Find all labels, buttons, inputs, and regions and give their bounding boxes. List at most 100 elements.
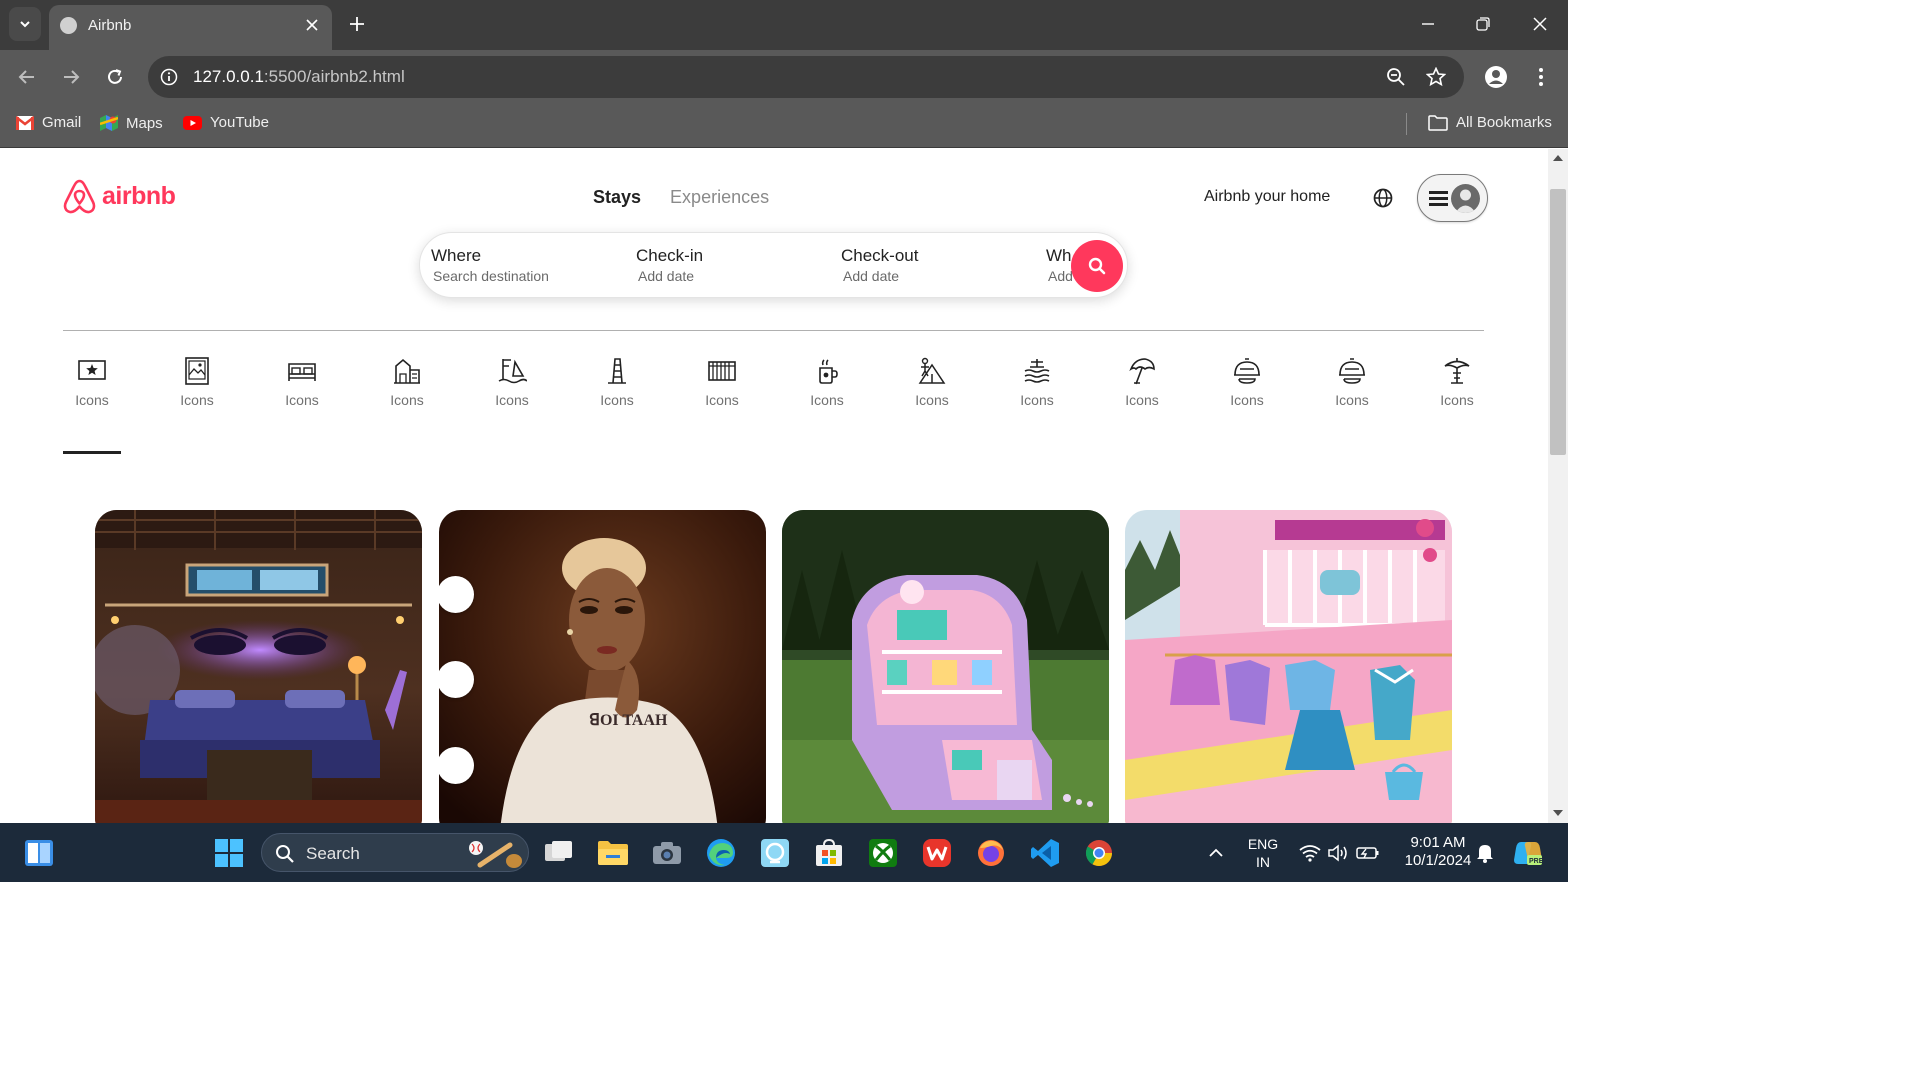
- copilot-button[interactable]: PRE: [1510, 835, 1546, 871]
- mug-icon: [811, 355, 843, 387]
- bookmark-star-button[interactable]: [1424, 65, 1448, 89]
- chevron-up-icon: [1209, 848, 1223, 857]
- xbox-icon: [869, 839, 897, 867]
- language-indicator[interactable]: ENG IN: [1240, 835, 1286, 871]
- tropical-icon: [1441, 355, 1473, 387]
- maps-icon: [100, 115, 118, 131]
- restore-button[interactable]: [1468, 10, 1498, 38]
- camera-app-button[interactable]: [649, 835, 685, 871]
- scroll-up-arrow-icon[interactable]: [1553, 155, 1563, 161]
- task-view-button[interactable]: [541, 835, 577, 871]
- category-item[interactable]: Icons: [1113, 355, 1171, 408]
- category-item[interactable]: Icons: [693, 355, 751, 408]
- listing-card-image[interactable]: ꓭOI TAAH: [439, 510, 766, 823]
- who-field[interactable]: Wh Add: [1046, 246, 1073, 284]
- bookmark-label: Gmail: [42, 114, 82, 131]
- browser-tab-airbnb[interactable]: Airbnb: [49, 5, 332, 50]
- category-item[interactable]: Icons: [588, 355, 646, 408]
- chrome-menu-button[interactable]: [1526, 62, 1556, 92]
- chrome-button[interactable]: [1081, 835, 1117, 871]
- forward-button[interactable]: [56, 62, 86, 92]
- category-item[interactable]: Icons: [903, 355, 961, 408]
- gmail-icon: [16, 115, 34, 130]
- close-window-button[interactable]: [1525, 10, 1555, 38]
- close-tab-button[interactable]: [302, 15, 322, 35]
- listing-card-image[interactable]: [782, 510, 1109, 823]
- bookmark-youtube[interactable]: YouTube: [183, 114, 269, 131]
- edge-button[interactable]: [703, 835, 739, 871]
- airbnb-belo-icon: [63, 179, 96, 214]
- user-menu-button[interactable]: [1417, 174, 1488, 222]
- minimize-button[interactable]: [1413, 10, 1443, 38]
- category-item[interactable]: Icons: [1218, 355, 1276, 408]
- category-item[interactable]: Icons: [168, 355, 226, 408]
- bookmark-gmail[interactable]: Gmail: [16, 114, 81, 131]
- category-item[interactable]: Icons: [63, 355, 121, 408]
- listing-card-image[interactable]: [95, 510, 422, 823]
- copilot-icon: PRE: [1514, 842, 1543, 865]
- logo-wordmark: airbnb: [102, 182, 176, 210]
- category-item[interactable]: Icons: [273, 355, 331, 408]
- reload-button[interactable]: [100, 62, 130, 92]
- airbnb-logo[interactable]: airbnb: [63, 179, 176, 214]
- site-info-button[interactable]: [158, 66, 180, 88]
- profile-icon: [1485, 66, 1507, 88]
- back-button[interactable]: [12, 62, 42, 92]
- category-item[interactable]: Icons: [378, 355, 436, 408]
- search-bar: Where Search destination Check-in Add da…: [419, 232, 1128, 298]
- pink-closet-balcony-photo: [1125, 510, 1452, 823]
- wps-office-button[interactable]: [919, 835, 955, 871]
- category-item[interactable]: Icons: [1323, 355, 1381, 408]
- where-field[interactable]: Where Search destination: [431, 246, 549, 284]
- all-bookmarks-button[interactable]: All Bookmarks: [1428, 114, 1552, 131]
- zoom-button[interactable]: [1384, 65, 1408, 89]
- checkout-label: Check-out: [841, 246, 919, 265]
- show-hidden-icons-button[interactable]: [1198, 835, 1234, 871]
- page-scrollbar[interactable]: [1548, 149, 1568, 823]
- windows-logo-icon: [215, 839, 243, 867]
- microsoft-store-button[interactable]: [811, 835, 847, 871]
- xbox-button[interactable]: [865, 835, 901, 871]
- tab-stays[interactable]: Stays: [593, 187, 641, 208]
- scrollbar-thumb[interactable]: [1550, 189, 1566, 455]
- profile-button[interactable]: [1481, 62, 1511, 92]
- notifications-button[interactable]: [1467, 835, 1503, 871]
- category-item[interactable]: Icons: [483, 355, 541, 408]
- scroll-down-arrow-icon[interactable]: [1553, 810, 1563, 816]
- category-item[interactable]: Icons: [1008, 355, 1066, 408]
- checkout-field[interactable]: Check-out Add date: [841, 246, 918, 284]
- who-value: Add: [1048, 268, 1073, 284]
- dome-icon: [1231, 355, 1263, 387]
- taskbar-search-box[interactable]: Search: [261, 833, 529, 872]
- new-tab-button[interactable]: [343, 10, 371, 38]
- bookmark-maps[interactable]: Maps: [100, 114, 163, 132]
- pink-compact-dollhouse-photo: [782, 510, 1109, 823]
- airbnb-your-home-link[interactable]: Airbnb your home: [1204, 188, 1330, 206]
- tab-title: Airbnb: [88, 17, 132, 34]
- battery-status[interactable]: [1350, 835, 1386, 871]
- file-explorer-button[interactable]: [595, 835, 631, 871]
- star-outline-icon: [1426, 67, 1446, 87]
- url-path: :5500/airbnb2.html: [263, 67, 405, 86]
- address-bar[interactable]: 127.0.0.1:5500/airbnb2.html: [148, 56, 1464, 98]
- battery-charging-icon: [1356, 847, 1379, 859]
- zoom-out-icon: [1387, 68, 1405, 86]
- tab-experiences[interactable]: Experiences: [670, 187, 769, 208]
- vscode-button[interactable]: [1027, 835, 1063, 871]
- checkin-field[interactable]: Check-in Add date: [636, 246, 703, 284]
- firefox-button[interactable]: [973, 835, 1009, 871]
- url-host: 127.0.0.1: [193, 67, 264, 86]
- category-item[interactable]: Icons: [798, 355, 856, 408]
- remote-app-button[interactable]: [757, 835, 793, 871]
- close-icon: [306, 19, 318, 31]
- start-button[interactable]: [211, 835, 247, 871]
- listing-card-image[interactable]: [1125, 510, 1452, 823]
- search-button[interactable]: [1071, 240, 1123, 292]
- chevron-down-icon: [20, 21, 30, 28]
- widgets-button[interactable]: [21, 835, 57, 871]
- language-button[interactable]: [1372, 187, 1394, 209]
- category-item[interactable]: Icons: [1428, 355, 1486, 408]
- tab-search-button[interactable]: [9, 7, 41, 41]
- where-input[interactable]: Search destination: [433, 268, 549, 284]
- category-label: Icons: [1020, 392, 1054, 408]
